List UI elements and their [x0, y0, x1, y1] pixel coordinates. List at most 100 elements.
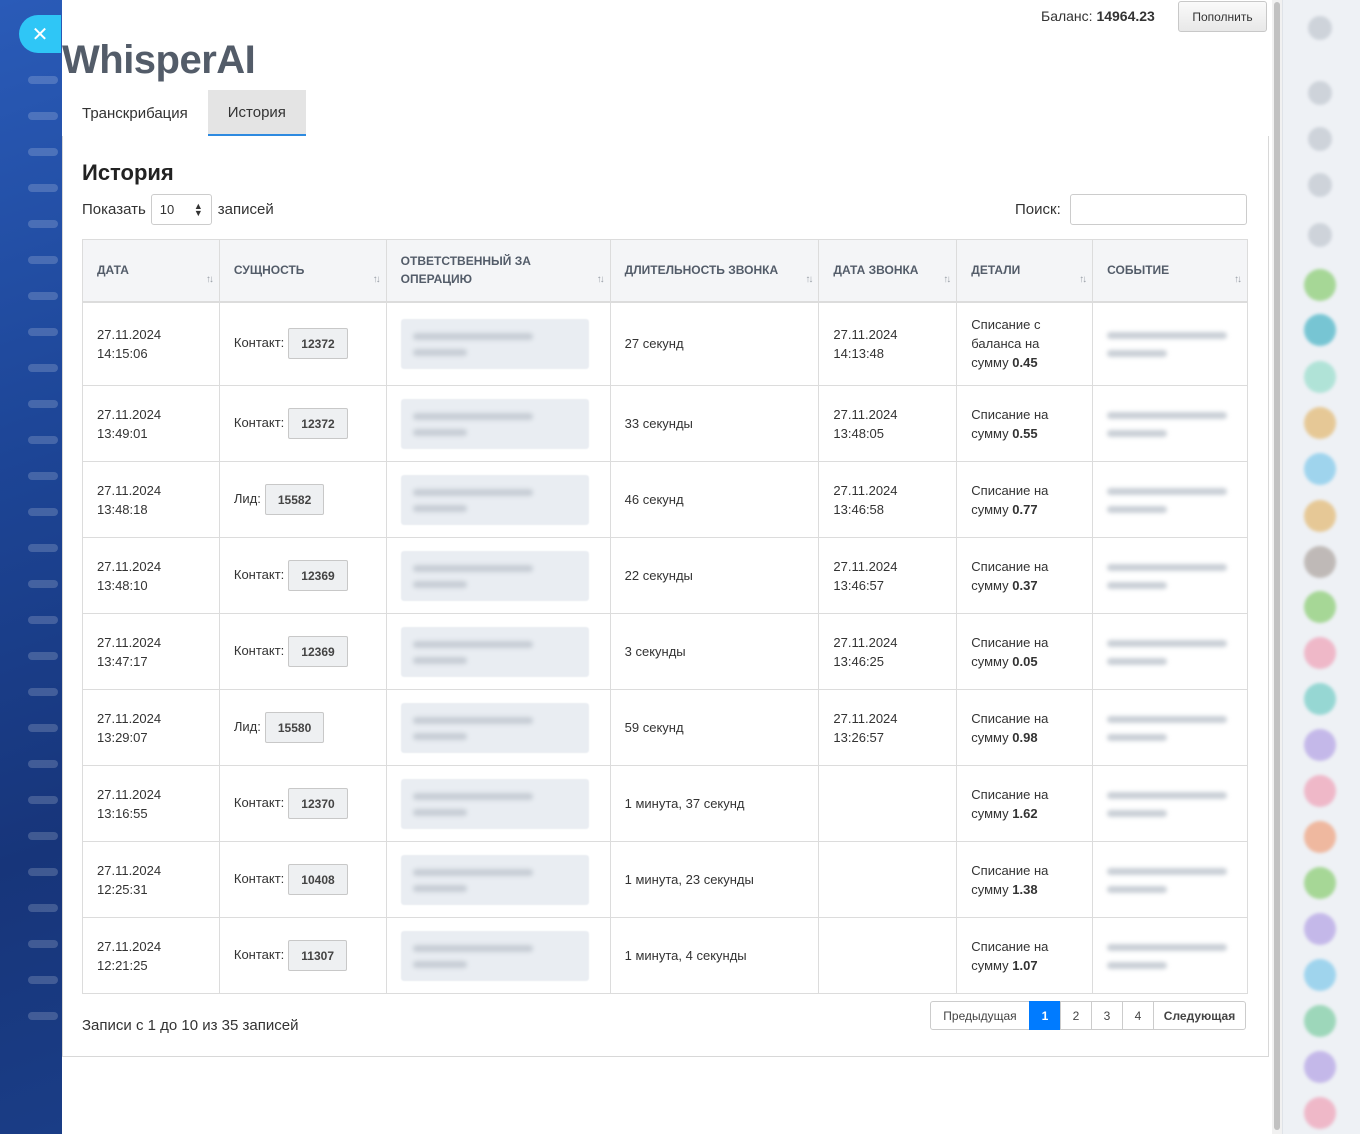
balance-label: Баланс: — [1041, 8, 1093, 24]
rail-avatar[interactable] — [1304, 867, 1336, 899]
close-button[interactable]: ✕ — [19, 15, 61, 53]
cell-date: 27.11.2024 12:25:31 — [82, 841, 220, 918]
col-event[interactable]: Событие ↑↓ — [1092, 239, 1248, 303]
amount: 0.55 — [1012, 425, 1038, 441]
page-length-control: Показать 10 ▲ ▼ записей — [82, 194, 274, 225]
cell-event — [1092, 841, 1248, 918]
responsible-redacted — [400, 474, 589, 525]
rail-avatar[interactable] — [1304, 683, 1336, 715]
rail-avatar[interactable] — [1304, 361, 1336, 393]
col-duration[interactable]: Длительность звонка ↑↓ — [609, 239, 820, 303]
col-details[interactable]: Детали ↑↓ — [956, 239, 1094, 303]
next-page-button[interactable]: Следующая — [1153, 1001, 1246, 1030]
entity-id-chip[interactable]: 12369 — [288, 560, 348, 591]
rail-avatar[interactable] — [1304, 453, 1336, 485]
cell-date: 27.11.2024 12:21:25 — [82, 917, 220, 994]
menu-ghost — [28, 292, 58, 300]
scrollbar-thumb[interactable] — [1274, 2, 1280, 1130]
history-table: Дата ↑↓ Сущность ↑↓ Ответственный за опера… — [82, 239, 1248, 994]
rail-avatar[interactable] — [1304, 821, 1336, 853]
rail-avatar[interactable] — [1304, 314, 1336, 346]
search-input[interactable] — [1069, 194, 1247, 225]
rail-avatar[interactable] — [1304, 591, 1336, 623]
cell-call-date — [818, 841, 958, 918]
app-title: WhisperAI — [62, 38, 256, 82]
rail-avatar[interactable] — [1304, 269, 1336, 301]
page-button-3[interactable]: 3 — [1091, 1001, 1123, 1030]
cell-responsible — [385, 765, 611, 842]
entity-id-chip[interactable]: 15580 — [264, 712, 325, 743]
rail-icon[interactable] — [1308, 173, 1332, 197]
rail-avatar[interactable] — [1304, 1097, 1336, 1129]
pagination: Предыдущая 1 2 3 4 Следующая — [930, 1001, 1246, 1030]
entity-id-chip[interactable]: 12370 — [288, 788, 348, 819]
rail-avatar[interactable] — [1304, 1051, 1336, 1083]
tabs: Транскрибация История — [62, 90, 306, 136]
rail-avatar[interactable] — [1304, 500, 1336, 532]
col-date[interactable]: Дата ↑↓ — [82, 239, 220, 303]
cell-event — [1092, 917, 1248, 994]
col-responsible[interactable]: Ответственный за операцию ↑↓ — [385, 239, 611, 303]
cell-call-date: 27.11.2024 14:13:48 — [818, 301, 958, 386]
amount: 0.45 — [1012, 355, 1038, 371]
rail-avatar[interactable] — [1304, 729, 1336, 761]
entity-id-chip[interactable]: 11307 — [288, 940, 348, 971]
show-label: Показать — [82, 201, 146, 218]
sort-icon: ↑↓ — [943, 273, 951, 285]
event-redacted — [1107, 860, 1233, 900]
menu-ghost — [28, 184, 58, 192]
scrollbar[interactable] — [1272, 0, 1282, 1134]
rail-avatar[interactable] — [1304, 959, 1336, 991]
section-title: История — [82, 160, 174, 185]
entity-id-chip[interactable]: 12372 — [288, 408, 348, 439]
menu-ghost — [28, 256, 58, 264]
cell-entity: Лид: 15582 — [218, 461, 387, 538]
balance-value: 14964.23 — [1096, 8, 1155, 24]
menu-ghost — [28, 616, 58, 624]
records-label: записей — [217, 201, 274, 218]
page-button-4[interactable]: 4 — [1122, 1001, 1154, 1030]
entity-id-chip[interactable]: 12372 — [288, 328, 348, 360]
menu-ghost — [28, 976, 58, 984]
col-entity[interactable]: Сущность ↑↓ — [218, 239, 387, 303]
background-left — [0, 0, 62, 1134]
rail-avatar[interactable] — [1304, 407, 1336, 439]
prev-page-button[interactable]: Предыдущая — [930, 1001, 1030, 1030]
rail-icon[interactable] — [1308, 16, 1332, 40]
menu-ghost — [28, 436, 58, 444]
menu-ghost — [28, 688, 58, 696]
event-redacted — [1107, 632, 1233, 672]
tab-transcription[interactable]: Транскрибация — [62, 90, 208, 136]
page-button-1[interactable]: 1 — [1029, 1001, 1061, 1030]
menu-ghost — [28, 760, 58, 768]
menu-ghost — [28, 580, 58, 588]
cell-details: Списание на сумму 0.05 — [956, 613, 1094, 690]
page-button-2[interactable]: 2 — [1060, 1001, 1092, 1030]
rail-icon[interactable] — [1308, 223, 1332, 247]
rail-icon[interactable] — [1308, 81, 1332, 105]
cell-responsible — [385, 917, 611, 994]
event-redacted — [1107, 324, 1233, 364]
rail-avatar[interactable] — [1304, 775, 1336, 807]
topup-button[interactable]: Пополнить — [1178, 1, 1267, 32]
rail-avatar[interactable] — [1304, 913, 1336, 945]
amount: 0.37 — [1012, 577, 1038, 593]
updown-icon: ▲ ▼ — [193, 200, 203, 218]
entity-id-chip[interactable]: 15582 — [264, 484, 325, 515]
rail-icon[interactable] — [1308, 127, 1332, 151]
rail-avatar[interactable] — [1304, 637, 1336, 669]
cell-details: Списание на сумму 1.62 — [956, 765, 1094, 842]
amount: 1.62 — [1012, 805, 1038, 821]
cell-duration: 22 секунды — [609, 537, 820, 614]
search-control: Поиск: — [1015, 194, 1247, 225]
cell-call-date: 27.11.2024 13:46:25 — [818, 613, 958, 690]
tab-history[interactable]: История — [207, 90, 306, 136]
entity-id-chip[interactable]: 12369 — [288, 636, 348, 667]
rail-avatar[interactable] — [1304, 546, 1336, 578]
entity-id-chip[interactable]: 10408 — [288, 864, 348, 895]
amount: 0.77 — [1012, 501, 1038, 517]
page-length-select[interactable]: 10 ▲ ▼ — [150, 194, 212, 225]
cell-duration: 3 секунды — [609, 613, 820, 690]
col-call-date[interactable]: Дата звонка ↑↓ — [818, 239, 958, 303]
rail-avatar[interactable] — [1304, 1005, 1336, 1037]
